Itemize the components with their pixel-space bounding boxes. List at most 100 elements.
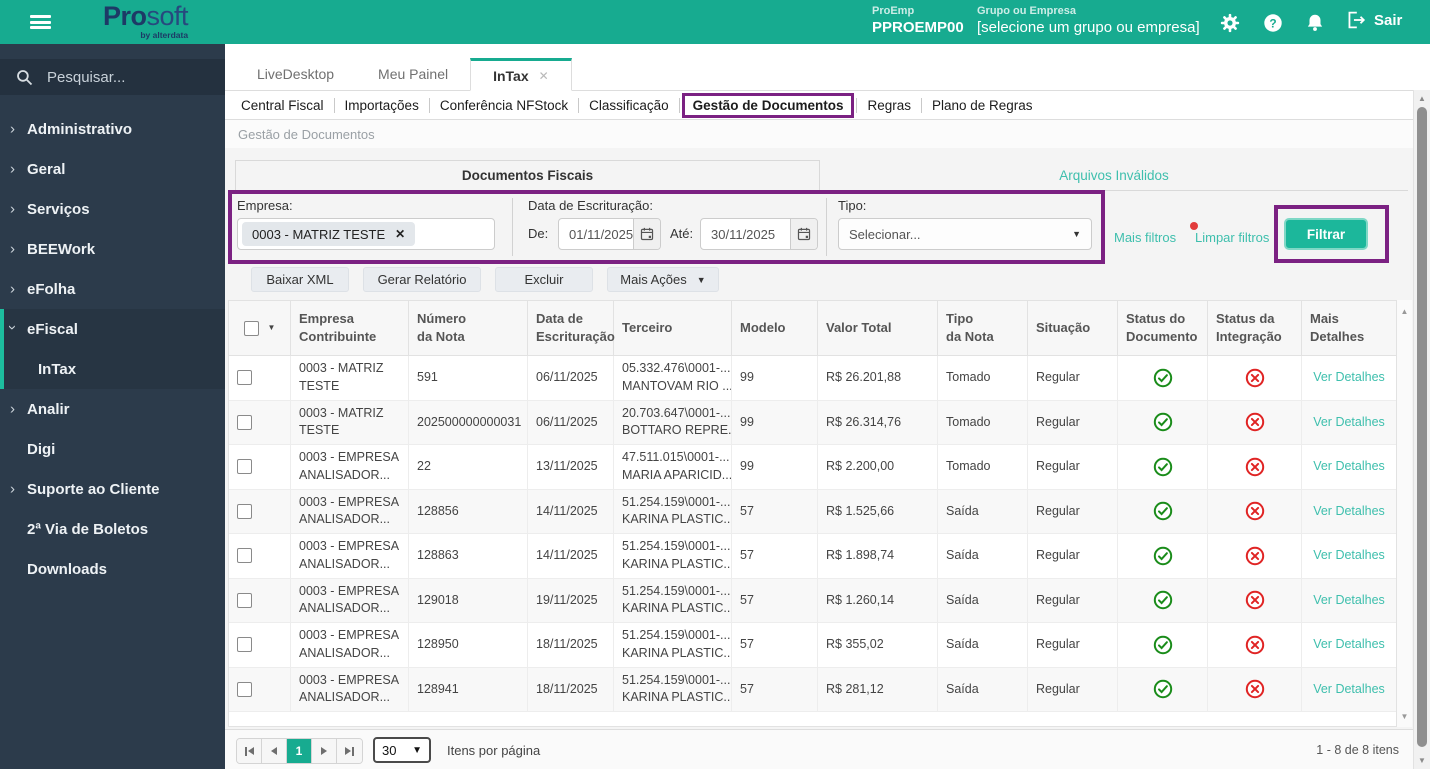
row-select-cell (229, 578, 291, 622)
row-checkbox[interactable] (237, 637, 252, 653)
tab-documentos-fiscais[interactable]: Documentos Fiscais (235, 160, 820, 191)
ver-detalhes-link[interactable]: Ver Detalhes (1313, 369, 1385, 387)
next-page-button[interactable] (312, 739, 337, 763)
tab-intax[interactable]: InTax ✕ (470, 58, 572, 91)
tab-meu-painel[interactable]: Meu Painel (356, 57, 470, 90)
filtrar-button[interactable]: Filtrar (1284, 218, 1368, 250)
tipo-select[interactable]: Selecionar... ▼ (838, 218, 1092, 250)
logout-button[interactable]: Sair (1346, 11, 1402, 29)
column-header-status-da-integra-o[interactable]: Status da Integração (1208, 301, 1302, 355)
tab-arquivos-invalidos[interactable]: Arquivos Inválidos (820, 160, 1408, 191)
sidebar-item-analir[interactable]: › Analir (0, 389, 225, 429)
table-scroll-up-icon[interactable]: ▲ (1397, 304, 1412, 318)
column-header-situa-o[interactable]: Situação (1028, 301, 1118, 355)
subnav-item-regras[interactable]: Regras (857, 98, 921, 113)
empresa-contribuinte-cell-text: ANALISADOR... (299, 512, 390, 527)
row-checkbox[interactable] (237, 370, 252, 386)
hamburger-menu-icon[interactable] (30, 15, 51, 29)
sidebar-item-digi[interactable]: Digi (0, 429, 225, 469)
sidebar-item-beework[interactable]: › BEEWork (0, 229, 225, 269)
subnav-item-importa-es[interactable]: Importações (335, 98, 429, 113)
sidebar-item-efiscal[interactable]: › eFiscal (4, 309, 225, 349)
calendar-icon-de[interactable] (633, 219, 660, 249)
subnav-item-gest-o-de-documentos[interactable]: Gestão de Documentos (681, 92, 855, 118)
row-checkbox[interactable] (237, 681, 252, 697)
calendar-icon-ate[interactable] (790, 219, 817, 249)
ver-detalhes-link[interactable]: Ver Detalhes (1313, 414, 1385, 432)
sidebar-item-servi-os[interactable]: › Serviços (0, 189, 225, 229)
grupo-empresa-field[interactable]: Grupo ou Empresa [selecione um grupo ou … (977, 5, 1200, 38)
help-icon[interactable]: ? (1262, 12, 1284, 34)
current-page-button[interactable]: 1 (287, 739, 312, 763)
modelo-cell-text: 57 (740, 592, 754, 607)
bar (244, 746, 247, 756)
tipo-da-nota-cell: Saída (938, 623, 1028, 667)
ver-detalhes-link[interactable]: Ver Detalhes (1313, 592, 1385, 610)
data-ate-value[interactable]: 30/11/2025 (701, 219, 790, 249)
close-tab-icon[interactable]: ✕ (539, 69, 549, 83)
baixar-xml-button[interactable]: Baixar XML (251, 267, 349, 292)
row-checkbox[interactable] (237, 548, 252, 564)
status-integracao-cell (1208, 623, 1302, 667)
situacao-cell: Regular (1028, 356, 1118, 400)
page-scrollbar-thumb[interactable] (1417, 107, 1427, 747)
subnav-item-plano-de-regras[interactable]: Plano de Regras (922, 98, 1043, 113)
mais-detalhes-cell: Ver Detalhes (1302, 623, 1396, 667)
sidebar-item-downloads[interactable]: Downloads (0, 549, 225, 589)
column-header-empresa-contribuinte[interactable]: Empresa Contribuinte (291, 301, 409, 355)
empresa-input[interactable]: 0003 - MATRIZ TESTE ✕ (237, 218, 495, 250)
column-header-terceiro[interactable]: Terceiro (614, 301, 732, 355)
notifications-bell-icon[interactable] (1304, 12, 1326, 34)
limpar-filtros-link[interactable]: Limpar filtros (1195, 230, 1269, 245)
data-de-value[interactable]: 01/11/2025 (559, 219, 633, 249)
column-header-tipo-da-nota[interactable]: Tipo da Nota (938, 301, 1028, 355)
terceiro-cell: 47.511.015\0001-... MARIA APARICID... (614, 445, 732, 489)
settings-gear-icon[interactable] (1219, 12, 1241, 34)
sidebar-item-suporte-ao-cliente[interactable]: › Suporte ao Cliente (0, 469, 225, 509)
mais-filtros-link[interactable]: Mais filtros (1114, 230, 1176, 245)
row-checkbox[interactable] (237, 414, 252, 430)
sidebar-item-efolha[interactable]: › eFolha (0, 269, 225, 309)
column-header-data-de-escritura-o[interactable]: Data de Escrituração (528, 301, 615, 355)
grupo-empresa-value[interactable]: [selecione um grupo ou empresa] (977, 18, 1200, 38)
ver-detalhes-link[interactable]: Ver Detalhes (1313, 636, 1385, 654)
table-scroll-down-icon[interactable]: ▼ (1397, 709, 1412, 723)
valor-total-cell-text: R$ 1.525,66 (826, 503, 895, 518)
sidebar-search-input[interactable]: Pesquisar... (0, 59, 225, 95)
sidebar-item-administrativo[interactable]: › Administrativo (0, 109, 225, 149)
ver-detalhes-link[interactable]: Ver Detalhes (1313, 547, 1385, 565)
select-all-checkbox[interactable] (243, 320, 259, 336)
column-header-n-mero-da-nota[interactable]: Número da Nota (409, 301, 528, 355)
excluir-button[interactable]: Excluir (495, 267, 593, 292)
column-header-valor-total[interactable]: Valor Total (818, 301, 938, 355)
row-checkbox[interactable] (237, 592, 252, 608)
gerar-relat-rio-button[interactable]: Gerar Relatório (363, 267, 481, 292)
subnav-item-central-fiscal[interactable]: Central Fiscal (231, 98, 334, 113)
row-checkbox[interactable] (237, 503, 252, 519)
row-checkbox[interactable] (237, 459, 252, 475)
page-scroll-up-icon[interactable]: ▲ (1414, 91, 1430, 106)
sidebar-item-geral[interactable]: › Geral (0, 149, 225, 189)
sidebar-item-intax[interactable]: InTax (4, 349, 225, 389)
previous-page-button[interactable] (262, 739, 287, 763)
mais-a-es-button[interactable]: Mais Ações ▼ (607, 267, 719, 292)
sidebar-item-2-via-de-boletos[interactable]: 2ª Via de Boletos (0, 509, 225, 549)
subnav-item-classifica-o[interactable]: Classificação (579, 98, 679, 113)
column-header-status-do-documento[interactable]: Status do Documento (1118, 301, 1208, 355)
page-size-select[interactable]: 30 ▼ (373, 737, 431, 763)
terceiro-cell-text: 05.332.476\0001-... (622, 361, 731, 376)
first-page-button[interactable] (237, 739, 262, 763)
chip-remove-icon[interactable]: ✕ (395, 227, 405, 241)
terceiro-cell-text: BOTTARO REPRE... (622, 423, 732, 438)
selection-menu-caret-icon[interactable]: ▼ (268, 322, 276, 333)
ver-detalhes-link[interactable]: Ver Detalhes (1313, 503, 1385, 521)
subnav-item-confer-ncia-nfstock[interactable]: Conferência NFStock (430, 98, 578, 113)
tab-livedesktop[interactable]: LiveDesktop (235, 57, 356, 90)
page-scroll-down-icon[interactable]: ▼ (1414, 753, 1430, 768)
ver-detalhes-link[interactable]: Ver Detalhes (1313, 458, 1385, 476)
terceiro-cell-text: 20.703.647\0001-... (622, 405, 731, 420)
column-header-modelo[interactable]: Modelo (732, 301, 818, 355)
ver-detalhes-link[interactable]: Ver Detalhes (1313, 681, 1385, 699)
column-header-mais-detalhes[interactable]: Mais Detalhes (1302, 301, 1396, 355)
last-page-button[interactable] (337, 739, 362, 763)
